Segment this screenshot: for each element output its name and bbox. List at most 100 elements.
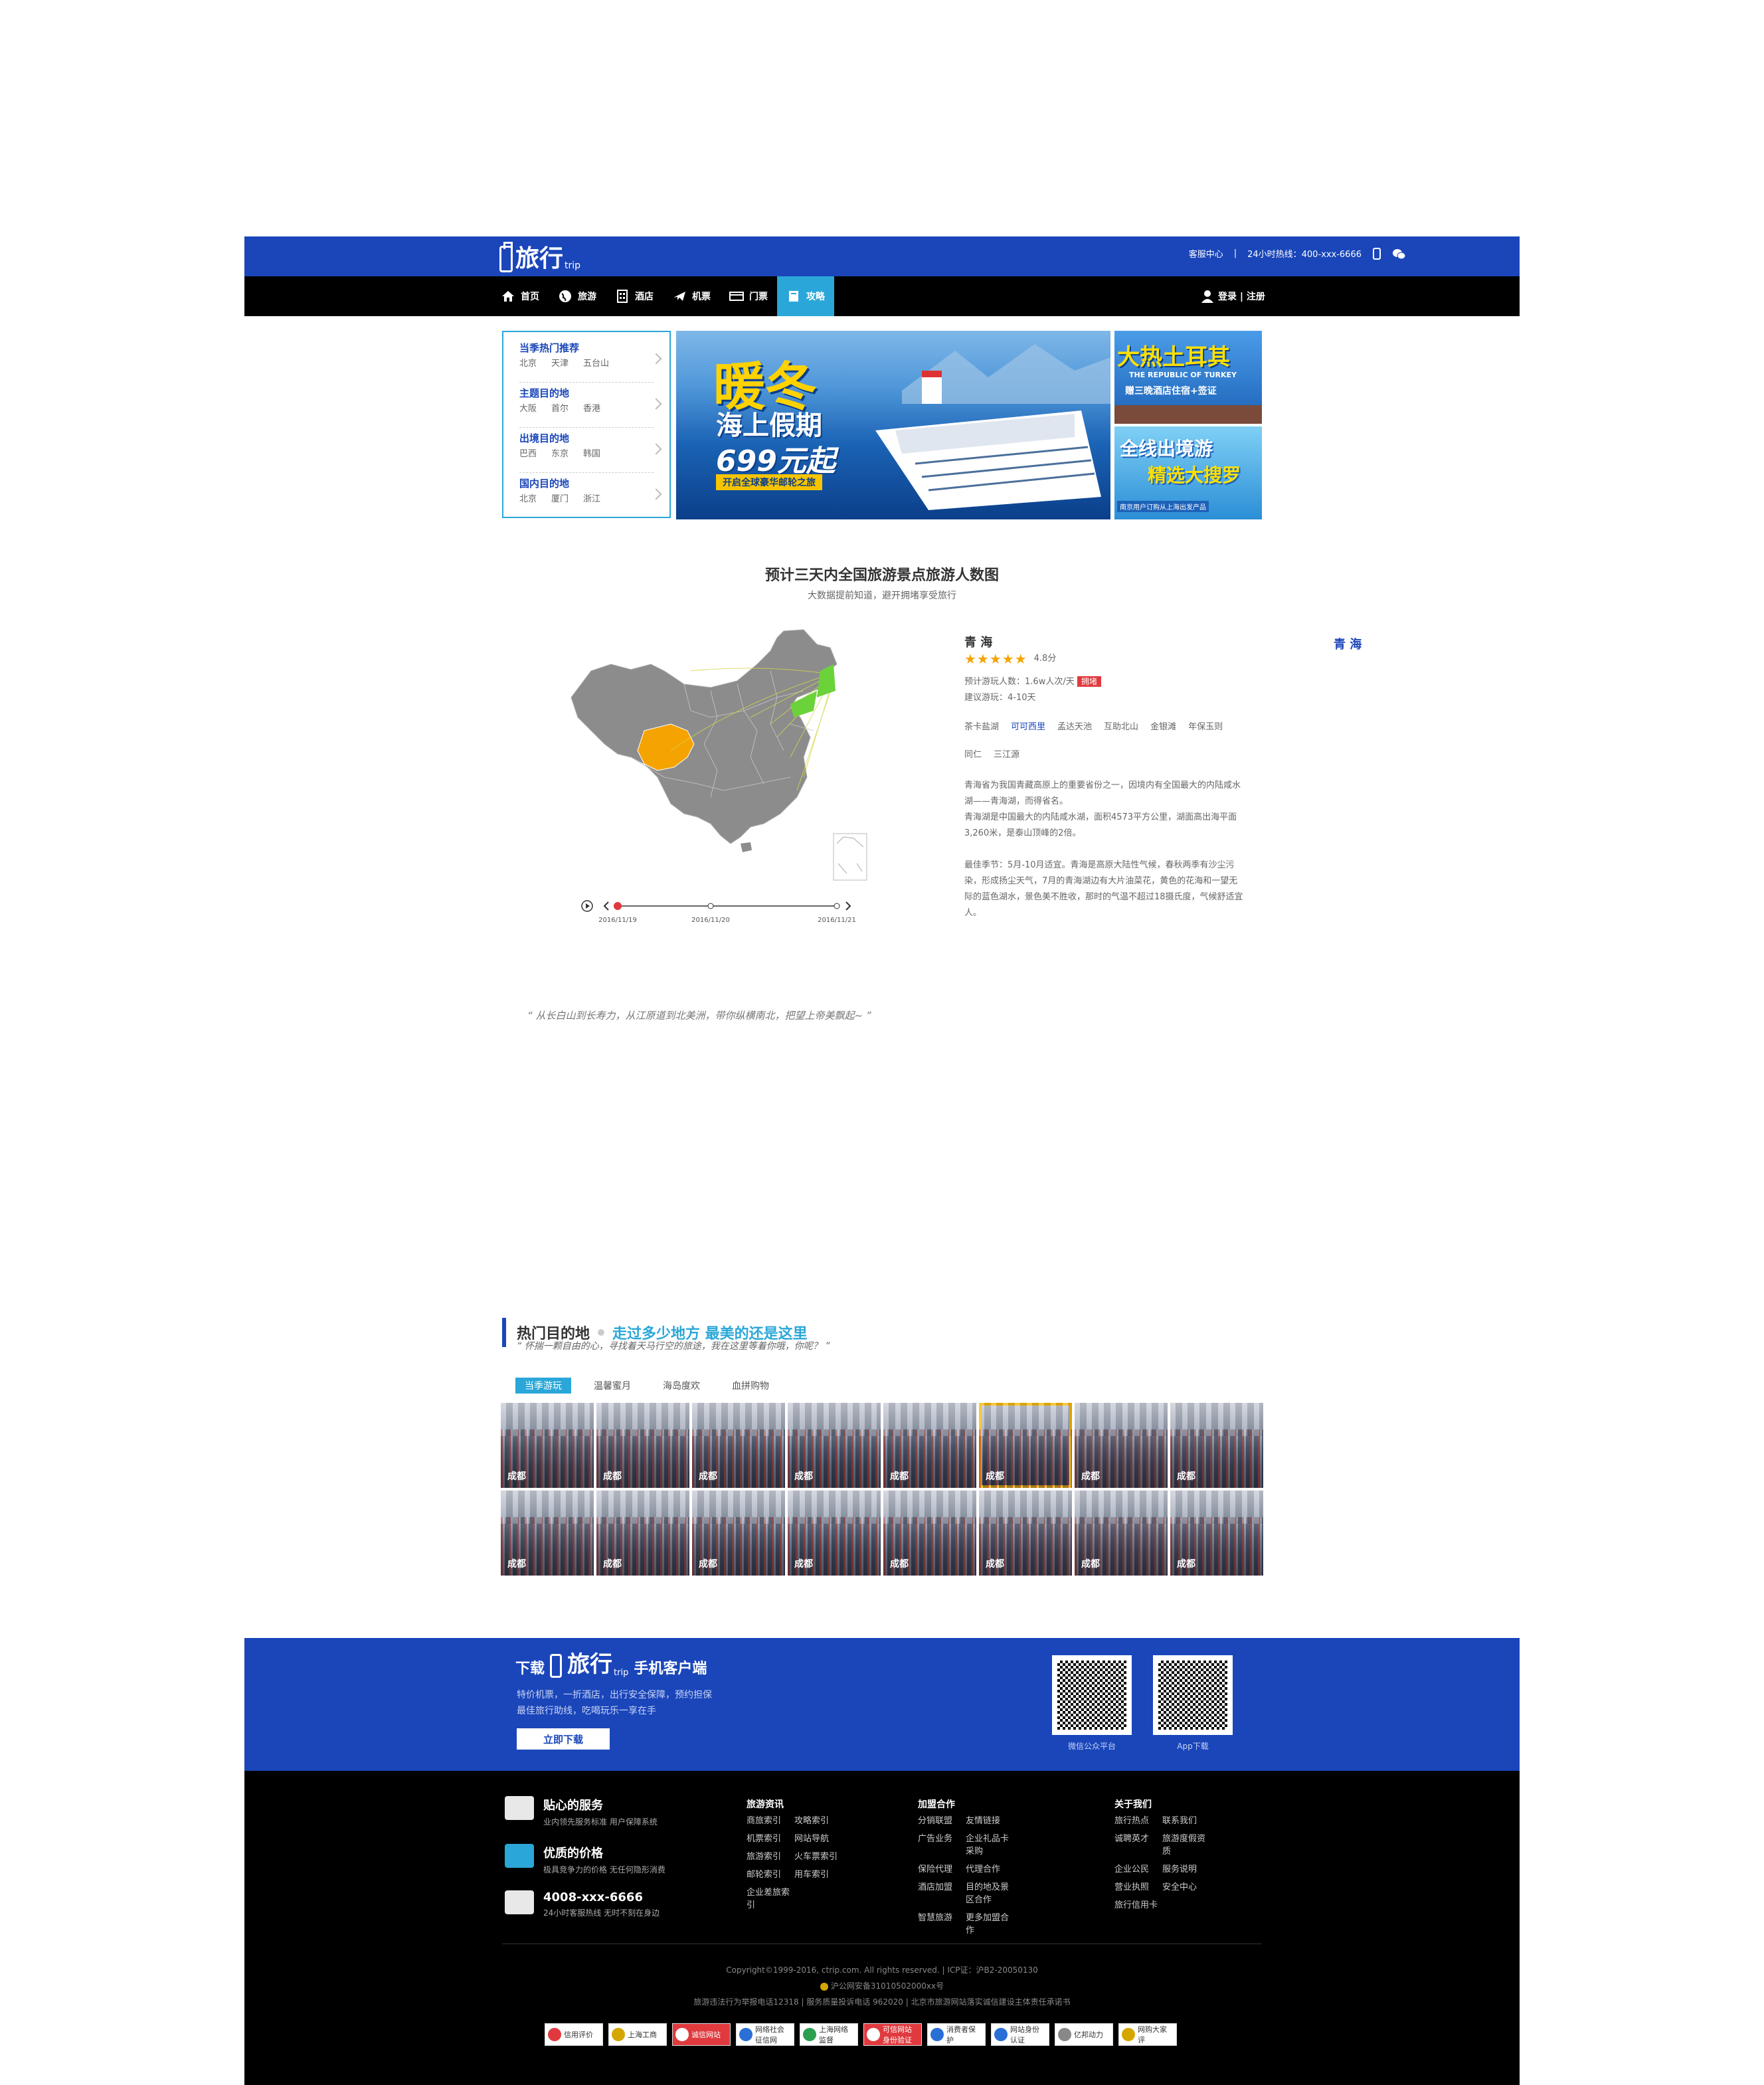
footer-link[interactable]: 酒店加盟 xyxy=(918,1880,966,1905)
footer-link[interactable]: 目的地及景区合作 xyxy=(966,1880,1014,1905)
tab-island[interactable]: 海岛度欢 xyxy=(654,1378,709,1394)
tab-season[interactable]: 当季游玩 xyxy=(515,1378,571,1394)
destination-tile[interactable]: 成都 xyxy=(692,1491,785,1576)
destination-tile[interactable]: 成都 xyxy=(979,1491,1072,1576)
timeline-node-active[interactable] xyxy=(614,902,622,910)
destination-tile[interactable]: 成都 xyxy=(596,1403,689,1488)
footer-link[interactable]: 用车索引 xyxy=(794,1867,842,1880)
footer-link[interactable]: 诚聘英才 xyxy=(1114,1831,1162,1857)
login-register[interactable]: 登录 | 注册 xyxy=(1201,276,1265,316)
category-city[interactable]: 大阪 xyxy=(519,401,537,414)
footer-link[interactable]: 企业公民 xyxy=(1114,1862,1162,1874)
spot-link[interactable]: 孟达天池 xyxy=(1057,719,1092,735)
trust-badge[interactable]: 诚信网站 xyxy=(672,2023,731,2046)
category-city[interactable]: 香港 xyxy=(583,401,600,414)
footer-link[interactable]: 代理合作 xyxy=(966,1862,1014,1874)
nav-hotel[interactable]: 酒店 xyxy=(606,276,663,316)
category-title[interactable]: 主题目的地 xyxy=(519,385,654,401)
trust-badge[interactable]: 信用评价 xyxy=(545,2023,603,2046)
destination-tile[interactable]: 成都 xyxy=(596,1491,689,1576)
destination-tile[interactable]: 成都 xyxy=(883,1491,976,1576)
trust-badge[interactable]: 亿邦动力 xyxy=(1055,2023,1113,2046)
category-city[interactable]: 北京 xyxy=(519,492,537,504)
date-timeline[interactable]: 2016/11/19 2016/11/20 2016/11/21 xyxy=(580,897,859,926)
tab-honeymoon[interactable]: 温馨蜜月 xyxy=(584,1378,640,1394)
prev-arrow-icon[interactable] xyxy=(603,901,609,911)
nav-guide[interactable]: 攻略 xyxy=(777,276,834,316)
trust-badge[interactable]: 网络社会征信网 xyxy=(736,2023,794,2046)
spot-link[interactable]: 金银滩 xyxy=(1150,719,1176,735)
destination-tile[interactable]: 成都 xyxy=(883,1403,976,1488)
category-item[interactable]: 主题目的地 大阪 首尔 香港 xyxy=(519,383,662,428)
trust-badge[interactable]: 可信网站身份验证 xyxy=(863,2023,922,2046)
trust-badge[interactable]: 上海工商 xyxy=(608,2023,667,2046)
category-title[interactable]: 当季热门推荐 xyxy=(519,340,654,356)
nav-travel[interactable]: 旅游 xyxy=(549,276,606,316)
wechat-icon[interactable] xyxy=(1392,248,1405,260)
destination-tile[interactable]: 成都 xyxy=(501,1403,594,1488)
footer-link[interactable]: 旅游索引 xyxy=(747,1849,794,1862)
destination-tile[interactable]: 成都 xyxy=(501,1491,594,1576)
category-city[interactable]: 首尔 xyxy=(551,401,569,414)
footer-link[interactable]: 商旅索引 xyxy=(747,1813,794,1826)
category-city[interactable]: 天津 xyxy=(551,356,569,369)
next-arrow-icon[interactable] xyxy=(845,901,851,911)
trust-badge[interactable]: 网站身份认证 xyxy=(991,2023,1049,2046)
category-item[interactable]: 国内目的地 北京 厦门 浙江 xyxy=(519,473,662,518)
footer-link[interactable]: 服务说明 xyxy=(1162,1862,1210,1874)
footer-link[interactable]: 邮轮索引 xyxy=(747,1867,794,1880)
footer-link[interactable]: 机票索引 xyxy=(747,1831,794,1844)
category-city[interactable]: 五台山 xyxy=(583,356,609,369)
footer-link[interactable]: 攻略索引 xyxy=(794,1813,842,1826)
spot-link[interactable]: 互助北山 xyxy=(1104,719,1138,735)
destination-tile[interactable]: 成都 xyxy=(788,1491,881,1576)
destination-tile-highlighted[interactable]: 成都 xyxy=(979,1403,1072,1488)
spot-link[interactable]: 可可西里 xyxy=(1011,719,1045,735)
service-center-link[interactable]: 客服中心 xyxy=(1189,247,1223,260)
destination-tile[interactable]: 成都 xyxy=(788,1403,881,1488)
footer-link[interactable]: 智慧旅游 xyxy=(918,1910,966,1936)
footer-link[interactable]: 分销联盟 xyxy=(918,1813,966,1826)
nav-home[interactable]: 首页 xyxy=(491,276,549,316)
trust-badge[interactable]: 消费者保护 xyxy=(927,2023,986,2046)
destination-tile[interactable]: 成都 xyxy=(1170,1491,1263,1576)
category-title[interactable]: 国内目的地 xyxy=(519,476,654,492)
footer-link[interactable]: 旅游度假资质 xyxy=(1162,1831,1210,1857)
nav-flight[interactable]: 机票 xyxy=(663,276,720,316)
mobile-icon[interactable] xyxy=(1372,247,1381,260)
footer-link[interactable]: 旅行热点 xyxy=(1114,1813,1162,1826)
footer-link[interactable]: 广告业务 xyxy=(918,1831,966,1857)
category-city[interactable]: 韩国 xyxy=(583,446,600,459)
footer-link[interactable]: 企业礼品卡采购 xyxy=(966,1831,1014,1857)
footer-link[interactable]: 更多加盟合作 xyxy=(966,1910,1014,1936)
spot-link[interactable]: 三江源 xyxy=(994,747,1019,763)
category-city[interactable]: 东京 xyxy=(551,446,569,459)
footer-link[interactable]: 营业执照 xyxy=(1114,1880,1162,1892)
footer-link[interactable]: 联系我们 xyxy=(1162,1813,1210,1826)
category-city[interactable]: 浙江 xyxy=(583,492,600,504)
main-banner[interactable]: 暖冬 海上假期 699元起 开启全球豪华邮轮之旅 xyxy=(676,331,1110,519)
spot-link[interactable]: 同仁 xyxy=(964,747,982,763)
timeline-node[interactable] xyxy=(707,903,714,909)
destination-tile[interactable]: 成都 xyxy=(1170,1403,1263,1488)
side-banner-outbound[interactable]: 全线出境游 精选大搜罗 南京用户订购从上海出发产品 xyxy=(1114,426,1262,519)
footer-link[interactable]: 旅行信用卡 xyxy=(1114,1898,1162,1910)
spot-link[interactable]: 年保玉则 xyxy=(1188,719,1223,735)
wechat-qr[interactable]: 微信公众平台 xyxy=(1052,1655,1132,1752)
footer-link[interactable]: 保险代理 xyxy=(918,1862,966,1874)
category-title[interactable]: 出境目的地 xyxy=(519,430,654,446)
china-map[interactable] xyxy=(551,624,897,890)
category-city[interactable]: 厦门 xyxy=(551,492,569,504)
trust-badge[interactable]: 上海网络监督 xyxy=(800,2023,858,2046)
footer-link[interactable]: 企业差旅索引 xyxy=(747,1885,794,1910)
footer-link[interactable]: 火车票索引 xyxy=(794,1849,842,1862)
footer-link[interactable]: 网站导航 xyxy=(794,1831,842,1844)
spot-link[interactable]: 茶卡盐湖 xyxy=(964,719,999,735)
trust-badge[interactable]: 网购大家评 xyxy=(1118,2023,1177,2046)
destination-tile[interactable]: 成都 xyxy=(692,1403,785,1488)
category-city[interactable]: 巴西 xyxy=(519,446,537,459)
footer-link[interactable]: 安全中心 xyxy=(1162,1880,1210,1892)
footer-link[interactable]: 友情链接 xyxy=(966,1813,1014,1826)
site-logo[interactable]: 旅行 trip xyxy=(499,240,580,272)
destination-tile[interactable]: 成都 xyxy=(1075,1403,1168,1488)
